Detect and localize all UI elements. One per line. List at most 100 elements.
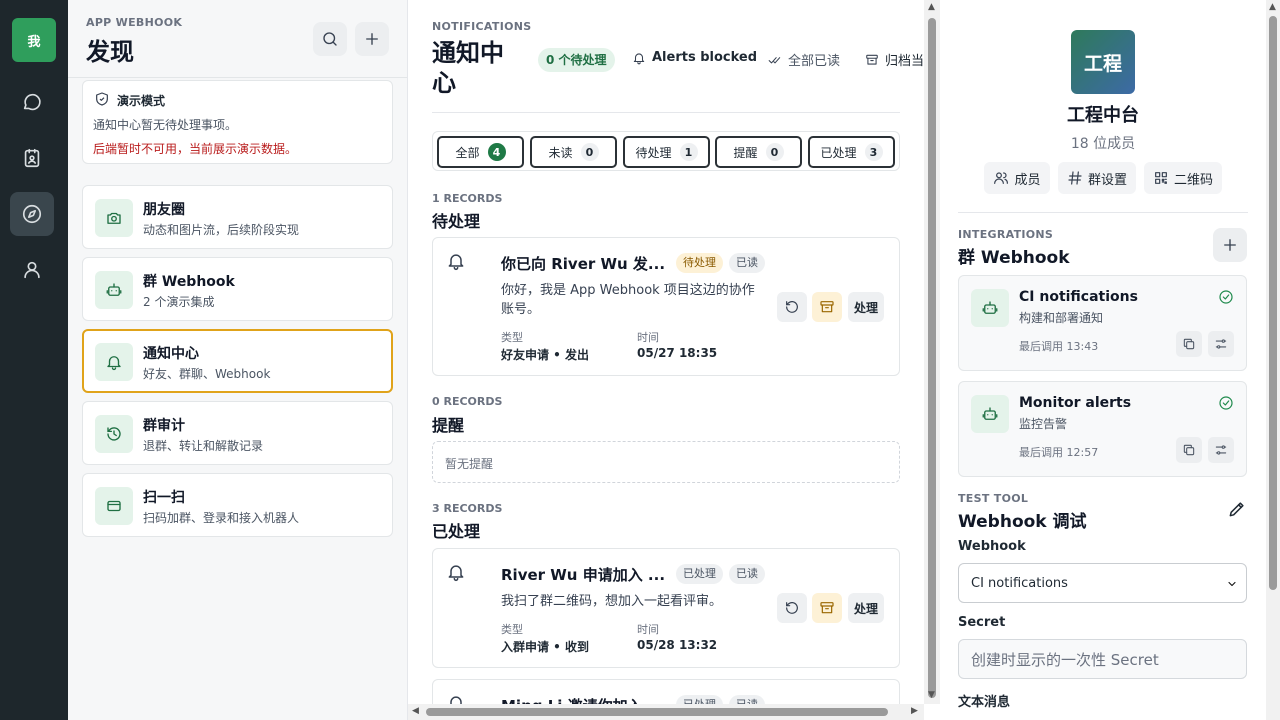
demo-title: 演示模式	[117, 94, 166, 108]
webhook-settings-button[interactable]	[1208, 437, 1234, 463]
group-name: 工程中台	[1067, 105, 1139, 126]
notification-card[interactable]: 你已向 River Wu 发... 待处理 已读 你好，我是 App Webho…	[432, 237, 900, 376]
section-title: 已处理	[432, 522, 481, 541]
status-badge: 已处理	[676, 695, 723, 704]
sidebar-item-title: 扫一扫	[143, 490, 185, 506]
tab-label: 已处理	[820, 145, 857, 160]
undo-icon	[786, 602, 798, 614]
webhook-card[interactable]: Monitor alerts 监控告警 最后调用 12:57	[958, 381, 1247, 477]
members-button[interactable]: 成员	[984, 162, 1050, 194]
robot-icon	[982, 301, 998, 314]
copy-button[interactable]	[1176, 331, 1202, 357]
type-value: 好友申请 • 发出	[501, 348, 590, 362]
webhook-last-called: 最后调用 13:43	[1019, 340, 1099, 353]
type-label: 类型	[501, 623, 523, 636]
secret-input[interactable]: 创建时显示的一次性 Secret	[958, 639, 1247, 679]
undo-button[interactable]	[777, 292, 807, 322]
sidebar-item-moments[interactable]: 朋友圈 动态和图片流，后续阶段实现	[82, 185, 393, 249]
tab-count: 0	[765, 143, 784, 161]
sidebar-item-group-audit[interactable]: 群审计 退群、转让和解散记录	[82, 401, 393, 465]
tab-label: 待处理	[635, 145, 672, 160]
notification-card[interactable]: River Wu 申请加入 ... 已处理 已读 我扫了群二维码，想加入一起看评…	[432, 548, 900, 668]
test-tool-title: Webhook 调试	[958, 512, 1087, 532]
archive-icon	[820, 602, 834, 614]
shield-icon	[96, 92, 108, 106]
secret-field-label: Secret	[958, 615, 1006, 630]
group-settings-button[interactable]: 群设置	[1058, 162, 1136, 194]
members-label: 成员	[1014, 172, 1041, 188]
nav-profile[interactable]	[10, 248, 54, 292]
scroll-thumb[interactable]	[426, 708, 888, 716]
audit-icon-box	[95, 415, 133, 453]
bell-icon	[448, 565, 464, 582]
time-value: 05/28 13:32	[637, 638, 718, 652]
tab-processed[interactable]: 已处理 3	[808, 136, 895, 168]
page-title: 通知中心	[432, 39, 504, 97]
archive-current-button[interactable]: 归档当前	[865, 50, 924, 69]
webhook-card[interactable]: CI notifications 构建和部署通知 最后调用 13:43	[958, 275, 1247, 371]
tab-count: 1	[679, 143, 698, 161]
tab-pending[interactable]: 待处理 1	[623, 136, 710, 168]
qrcode-button[interactable]: 二维码	[1144, 162, 1222, 194]
sidebar-header: APP WEBHOOK 发现	[68, 0, 407, 78]
double-check-icon	[768, 56, 781, 63]
webhook-settings-button[interactable]	[1208, 331, 1234, 357]
group-logo: 工程	[1071, 30, 1135, 94]
robot-icon	[982, 407, 998, 420]
scroll-left-arrow[interactable]: ◀	[412, 706, 419, 716]
scan-card-icon	[107, 500, 121, 512]
copy-button[interactable]	[1176, 437, 1202, 463]
tab-all[interactable]: 全部 4	[437, 136, 524, 168]
nav-chats[interactable]	[10, 80, 54, 124]
tab-unread[interactable]: 未读 0	[530, 136, 617, 168]
scroll-right-arrow[interactable]: ▶	[911, 706, 918, 716]
copy-icon	[1183, 338, 1195, 350]
my-avatar[interactable]: 我	[12, 18, 56, 62]
records-count: 1 RECORDS	[432, 192, 503, 205]
scan-icon-box	[95, 487, 133, 525]
text-message-label: 文本消息	[958, 695, 1011, 710]
undo-button[interactable]	[777, 593, 807, 623]
sidebar-item-title: 群审计	[143, 418, 185, 434]
sidebar-item-group-webhook[interactable]: 群 Webhook 2 个演示集成	[82, 257, 393, 321]
scroll-up-arrow[interactable]: ▲	[928, 2, 935, 12]
sidebar-item-notification-center[interactable]: 通知中心 好友、群聊、Webhook	[82, 329, 393, 393]
nav-discover[interactable]	[10, 192, 54, 236]
main-eyebrow: NOTIFICATIONS	[432, 20, 532, 33]
edit-button[interactable]	[1227, 499, 1249, 521]
add-button[interactable]	[355, 22, 389, 56]
alerts-blocked-label: Alerts blocked	[652, 50, 758, 65]
copy-icon	[1183, 444, 1195, 456]
archive-button[interactable]	[812, 593, 842, 623]
search-button[interactable]	[313, 22, 347, 56]
main-horizontal-scrollbar[interactable]: ◀ ▶	[408, 704, 924, 720]
alerts-blocked-button[interactable]: Alerts blocked	[632, 50, 757, 65]
scroll-down-arrow[interactable]: ▼	[928, 690, 935, 700]
tab-reminders[interactable]: 提醒 0	[715, 136, 802, 168]
sidebar-item-scan[interactable]: 扫一扫 扫码加群、登录和接入机器人	[82, 473, 393, 537]
mark-all-read-button[interactable]: 全部已读	[768, 50, 840, 69]
mark-all-read-label: 全部已读	[788, 54, 841, 69]
page-vertical-scrollbar[interactable]: ▲	[1266, 0, 1280, 720]
scroll-up-arrow[interactable]: ▲	[1269, 2, 1276, 12]
webhook-name: Monitor alerts	[1019, 395, 1132, 411]
calendar-icon	[24, 148, 40, 168]
scroll-thumb[interactable]	[1269, 16, 1277, 590]
status-badge: 待处理	[676, 253, 723, 273]
backend-warning: 后端暂时不可用，当前展示演示数据。	[93, 142, 298, 156]
archive-icon	[820, 301, 834, 313]
notification-card[interactable]: Ming Li 邀请你加入 ... 已处理 已读	[432, 679, 900, 704]
archive-button[interactable]	[812, 292, 842, 322]
webhook-icon-box	[95, 271, 133, 309]
app-rail: 我	[0, 0, 68, 720]
add-webhook-button[interactable]	[1213, 228, 1247, 262]
bell-icon	[107, 356, 121, 371]
process-button[interactable]: 处理	[848, 593, 884, 623]
plus-icon	[1224, 239, 1236, 251]
nav-contacts[interactable]	[10, 136, 54, 180]
process-button[interactable]: 处理	[848, 292, 884, 322]
main-vertical-scrollbar[interactable]: ▲ ▼	[924, 0, 940, 704]
webhook-select[interactable]: CI notifications	[958, 563, 1247, 603]
sidebar-title: 发现	[86, 38, 134, 66]
scroll-thumb[interactable]	[928, 18, 936, 698]
